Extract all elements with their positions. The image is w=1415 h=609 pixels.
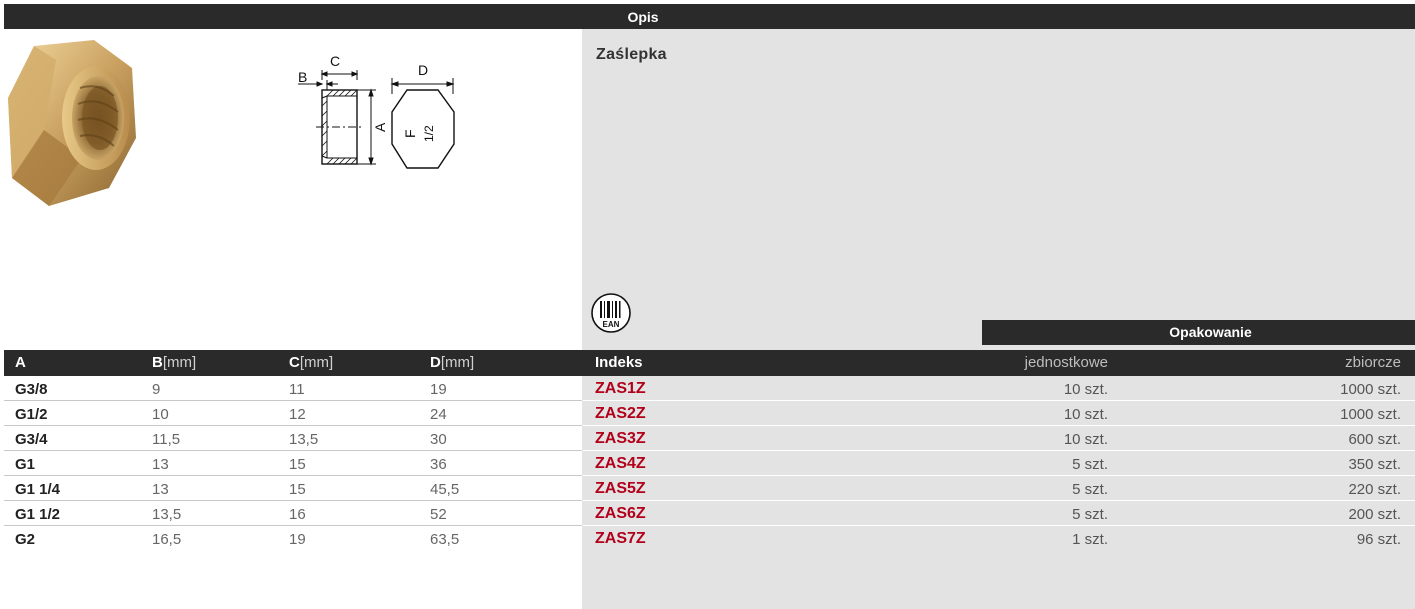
cell-index-link[interactable]: ZAS7Z	[595, 530, 646, 548]
col-header-d: D[mm]	[430, 354, 475, 371]
packaging-header: Opakowanie	[982, 320, 1415, 345]
cell-d: 36	[430, 456, 447, 473]
cell-index-link[interactable]: ZAS5Z	[595, 480, 646, 498]
row-divider	[4, 425, 582, 426]
cell-d: 52	[430, 506, 447, 523]
cell-b: 10	[152, 406, 169, 423]
row-divider	[582, 450, 1415, 451]
cell-bulk-pack: 200 szt.	[1348, 506, 1401, 523]
cell-unit-pack: 5 szt.	[1072, 456, 1108, 473]
cell-d: 30	[430, 431, 447, 448]
cell-index-link[interactable]: ZAS4Z	[595, 455, 646, 473]
cell-c: 13,5	[289, 431, 319, 448]
table-row: G1 1/2 13,5 16 52 ZAS6Z 5 szt. 200 szt.	[4, 502, 1415, 526]
row-divider	[582, 525, 1415, 526]
technical-drawing: C B D A F 1/2	[298, 53, 455, 169]
table-row: G3/8 9 11 19 ZAS1Z 10 szt. 1000 szt.	[4, 377, 1415, 401]
label-f: F	[402, 129, 418, 138]
col-header-bulk-pack: zbiorcze	[1345, 354, 1401, 371]
table-row: G1/2 10 12 24 ZAS2Z 10 szt. 1000 szt.	[4, 402, 1415, 426]
cell-c: 15	[289, 481, 306, 498]
col-header-unit-pack: jednostkowe	[1024, 354, 1108, 371]
table-row: G3/4 11,5 13,5 30 ZAS3Z 10 szt. 600 szt.	[4, 427, 1415, 451]
row-divider	[582, 425, 1415, 426]
cell-a: G1	[15, 456, 36, 473]
cell-c: 15	[289, 456, 306, 473]
cell-b: 9	[152, 381, 161, 398]
cell-d: 24	[430, 406, 447, 423]
cell-b: 11,5	[152, 431, 181, 448]
cell-bulk-pack: 350 szt.	[1348, 456, 1401, 473]
cell-a: G1 1/4	[15, 481, 61, 498]
cell-c: 16	[289, 506, 306, 523]
cell-unit-pack: 1 szt.	[1072, 531, 1108, 548]
row-divider	[4, 450, 582, 451]
row-divider	[4, 525, 582, 526]
col-header-a: A	[15, 354, 26, 371]
table-row: G1 13 15 36 ZAS4Z 5 szt. 350 szt.	[4, 452, 1415, 476]
cell-index-link[interactable]: ZAS3Z	[595, 430, 646, 448]
cell-bulk-pack: 220 szt.	[1348, 481, 1401, 498]
description-title: Opis	[627, 9, 659, 25]
row-divider	[582, 400, 1415, 401]
cell-b: 13	[152, 456, 169, 473]
cell-index-link[interactable]: ZAS2Z	[595, 405, 646, 423]
row-divider	[582, 500, 1415, 501]
col-header-index: Indeks	[595, 354, 643, 371]
table-header: A B[mm] C[mm] D[mm] Indeks jednostkowe z…	[4, 350, 1415, 376]
cell-a: G1/2	[15, 406, 48, 423]
cell-a: G1 1/2	[15, 506, 61, 523]
cell-c: 12	[289, 406, 306, 423]
cell-d: 63,5	[430, 531, 460, 548]
col-header-c: C[mm]	[289, 354, 334, 371]
label-a: A	[372, 122, 388, 132]
cell-unit-pack: 10 szt.	[1063, 381, 1108, 398]
label-d: D	[418, 62, 428, 78]
product-photo	[8, 40, 136, 206]
cell-b: 13,5	[152, 506, 182, 523]
cell-unit-pack: 10 szt.	[1063, 431, 1108, 448]
cell-bulk-pack: 1000 szt.	[1340, 381, 1401, 398]
cell-unit-pack: 5 szt.	[1072, 481, 1108, 498]
description-header-bar: Opis	[4, 4, 1415, 29]
cell-index-link[interactable]: ZAS6Z	[595, 505, 646, 523]
cell-unit-pack: 10 szt.	[1063, 406, 1108, 423]
cell-a: G3/4	[15, 431, 48, 448]
cell-unit-pack: 5 szt.	[1072, 506, 1108, 523]
packaging-header-label: Opakowanie	[1169, 324, 1252, 340]
table-row: G1 1/4 13 15 45,5 ZAS5Z 5 szt. 220 szt.	[4, 477, 1415, 501]
cell-b: 13	[152, 481, 169, 498]
cell-c: 19	[289, 531, 306, 548]
label-b: B	[298, 69, 307, 85]
ean-label: EAN	[603, 320, 620, 329]
cell-bulk-pack: 600 szt.	[1348, 431, 1401, 448]
cell-a: G2	[15, 531, 36, 548]
row-divider	[4, 500, 582, 501]
cell-bulk-pack: 1000 szt.	[1340, 406, 1401, 423]
label-c: C	[330, 53, 340, 69]
cell-c: 11	[289, 381, 305, 398]
cell-a: G3/8	[15, 381, 48, 398]
product-name: Zaślepka	[596, 46, 667, 63]
col-header-b: B[mm]	[152, 354, 197, 371]
cell-d: 45,5	[430, 481, 460, 498]
row-divider	[4, 400, 582, 401]
ean-barcode-icon: EAN	[591, 293, 631, 333]
label-half: 1/2	[422, 125, 436, 142]
row-divider	[582, 475, 1415, 476]
row-divider	[4, 475, 582, 476]
cell-b: 16,5	[152, 531, 182, 548]
table-row: G2 16,5 19 63,5 ZAS7Z 1 szt. 96 szt.	[4, 527, 1415, 551]
cell-d: 19	[430, 381, 447, 398]
cell-bulk-pack: 96 szt.	[1356, 531, 1401, 548]
cell-index-link[interactable]: ZAS1Z	[595, 380, 646, 398]
